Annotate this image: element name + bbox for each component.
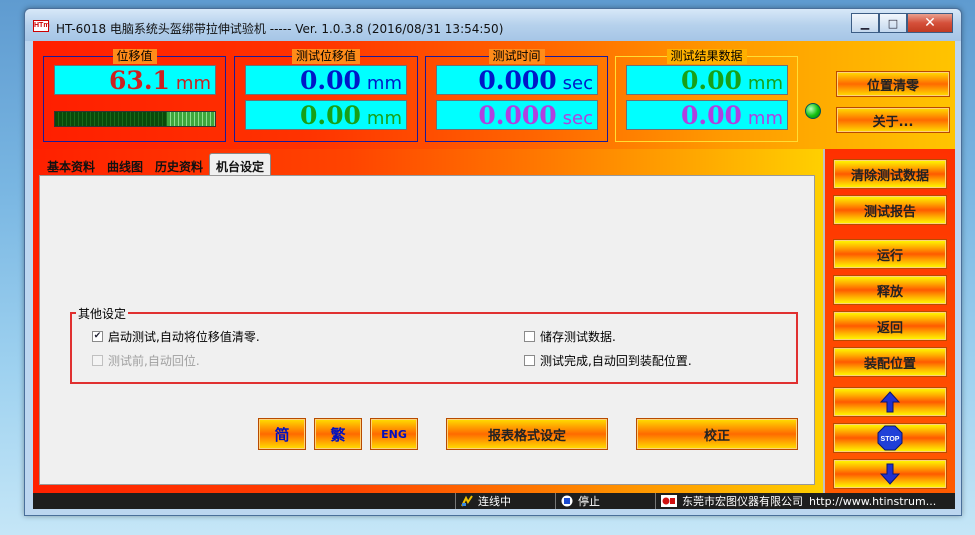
status-bar: 连线中 停止 东莞市宏图仪器有限公司 http://www.htinstrum.…	[33, 493, 955, 509]
connection-icon	[461, 495, 473, 507]
auto-return-label: 测试前,自动回位.	[108, 354, 200, 368]
simplified-chinese-button[interactable]: 简	[258, 418, 306, 450]
save-data-checkbox[interactable]: 储存测试数据.	[524, 328, 616, 345]
test-displacement-display-1: 0.00 mm	[245, 65, 407, 95]
stop-icon-label: STOP	[881, 436, 900, 443]
stop-button[interactable]: STOP	[833, 423, 947, 453]
test-displacement-group: 测试位移值 0.00 mm 0.00 mm	[234, 49, 418, 142]
tab-curve[interactable]: 曲线图	[101, 155, 149, 175]
close-button[interactable]: ✕	[907, 13, 953, 33]
test-time-group: 测试时间 0.000 sec 0.000 sec	[425, 49, 608, 142]
maximize-icon: □	[887, 16, 899, 30]
result-value-2: 0.00	[681, 101, 742, 130]
test-time-unit-1: sec	[562, 73, 593, 94]
test-time-display-2: 0.000 sec	[436, 100, 598, 130]
progress-highlight	[167, 112, 215, 126]
company-info: 东莞市宏图仪器有限公司 http://www.htinstrum...	[661, 493, 951, 509]
test-displacement-value-1: 0.00	[300, 66, 361, 95]
arrow-down-icon	[880, 463, 900, 485]
state-text: 停止	[578, 495, 600, 508]
move-up-button[interactable]	[833, 387, 947, 417]
test-time-label: 测试时间	[488, 49, 545, 64]
result-group: 测试结果数据 0.00 mm 0.00 mm	[615, 49, 798, 142]
progress-fill	[55, 112, 167, 126]
test-displacement-display-2: 0.00 mm	[245, 100, 407, 130]
machine-settings-panel: 其他设定 ✔ 启动测试,自动将位移值清零. 测试前,自动回位. 储存测试数据.	[39, 175, 815, 485]
status-led-icon	[805, 103, 821, 119]
auto-return-checkbox[interactable]: 测试前,自动回位.	[92, 352, 200, 369]
test-displacement-label: 测试位移值	[291, 49, 361, 64]
calibrate-button[interactable]: 校正	[636, 418, 798, 450]
state-icon	[561, 495, 573, 507]
move-down-button[interactable]	[833, 459, 947, 489]
return-to-fit-checkbox[interactable]: 测试完成,自动回到装配位置.	[524, 352, 692, 369]
auto-zero-label: 启动测试,自动将位移值清零.	[108, 330, 260, 344]
title-bar[interactable]: HTm HT-6018 电脑系统头盔绑带拉伸试验机 ----- Ver. 1.0…	[25, 9, 961, 41]
main-content: 基本资料 曲线图 历史资料 机台设定 其他设定 ✔ 启动测试,自动将位移值清零.…	[33, 149, 823, 493]
window-title: HT-6018 电脑系统头盔绑带拉伸试验机 ----- Ver. 1.0.3.8…	[56, 22, 504, 36]
auto-zero-check-icon: ✔	[92, 331, 103, 342]
test-time-value-1: 0.000	[478, 66, 557, 95]
zero-position-button[interactable]: 位置清零	[836, 71, 950, 97]
about-button[interactable]: 关于...	[836, 107, 950, 133]
close-icon: ✕	[924, 15, 936, 31]
app-window: HTm HT-6018 电脑系统头盔绑带拉伸试验机 ----- Ver. 1.0…	[24, 8, 962, 516]
tab-basic-info[interactable]: 基本资料	[41, 155, 101, 175]
minimize-button[interactable]: ▁	[851, 13, 879, 33]
displacement-display: 63.1 mm	[54, 65, 216, 95]
displacement-unit: mm	[175, 73, 211, 94]
run-button[interactable]: 运行	[833, 239, 947, 269]
displacement-value: 63.1	[109, 66, 170, 95]
company-url[interactable]: http://www.htinstrum...	[809, 495, 936, 508]
report-format-button[interactable]: 报表格式设定	[446, 418, 608, 450]
save-data-label: 储存测试数据.	[540, 330, 616, 344]
return-button[interactable]: 返回	[833, 311, 947, 341]
test-displacement-value-2: 0.00	[300, 101, 361, 130]
test-time-unit-2: sec	[562, 108, 593, 129]
test-displacement-unit-2: mm	[366, 108, 402, 129]
app-logo-icon: HTm	[33, 20, 50, 32]
result-label: 测试结果数据	[666, 49, 747, 64]
fit-position-button[interactable]: 装配位置	[833, 347, 947, 377]
result-unit-1: mm	[747, 73, 783, 94]
test-time-display-1: 0.000 sec	[436, 65, 598, 95]
connection-text: 连线中	[478, 495, 511, 508]
maximize-button[interactable]: □	[879, 13, 907, 33]
tab-history[interactable]: 历史资料	[149, 155, 209, 175]
run-state: 停止	[561, 493, 600, 509]
meter-panel: 位移值 63.1 mm 测试位移值 0.00 mm 0.00 mm 测试时间 0…	[33, 41, 955, 149]
displacement-group: 位移值 63.1 mm	[43, 49, 226, 142]
other-settings-legend: 其他设定	[76, 305, 129, 322]
company-logo-icon	[661, 495, 677, 507]
stop-icon: STOP	[877, 425, 903, 451]
result-display-1: 0.00 mm	[626, 65, 788, 95]
client-area: 位移值 63.1 mm 测试位移值 0.00 mm 0.00 mm 测试时间 0…	[33, 41, 955, 509]
return-to-fit-label: 测试完成,自动回到装配位置.	[540, 354, 692, 368]
clear-data-button[interactable]: 清除测试数据	[833, 159, 947, 189]
arrow-up-icon	[880, 391, 900, 413]
minimize-icon: ▁	[860, 16, 870, 30]
traditional-chinese-button[interactable]: 繁	[314, 418, 362, 450]
displacement-progress-bar	[54, 111, 216, 127]
test-report-button[interactable]: 测试报告	[833, 195, 947, 225]
auto-zero-checkbox[interactable]: ✔ 启动测试,自动将位移值清零.	[92, 328, 260, 345]
other-settings-group: 其他设定 ✔ 启动测试,自动将位移值清零. 测试前,自动回位. 储存测试数据.	[70, 305, 798, 384]
release-button[interactable]: 释放	[833, 275, 947, 305]
displacement-label: 位移值	[112, 49, 157, 64]
english-button[interactable]: ENG	[370, 418, 418, 450]
result-display-2: 0.00 mm	[626, 100, 788, 130]
company-name: 东莞市宏图仪器有限公司	[682, 495, 803, 508]
result-value-1: 0.00	[681, 66, 742, 95]
result-unit-2: mm	[747, 108, 783, 129]
tab-bar: 基本资料 曲线图 历史资料 机台设定	[41, 153, 272, 175]
tab-machine-settings[interactable]: 机台设定	[209, 153, 272, 175]
test-displacement-unit-1: mm	[366, 73, 402, 94]
test-time-value-2: 0.000	[478, 101, 557, 130]
action-panel: 清除测试数据 测试报告 运行 释放 返回 装配位置 STOP	[823, 149, 955, 493]
connection-status: 连线中	[461, 493, 511, 509]
